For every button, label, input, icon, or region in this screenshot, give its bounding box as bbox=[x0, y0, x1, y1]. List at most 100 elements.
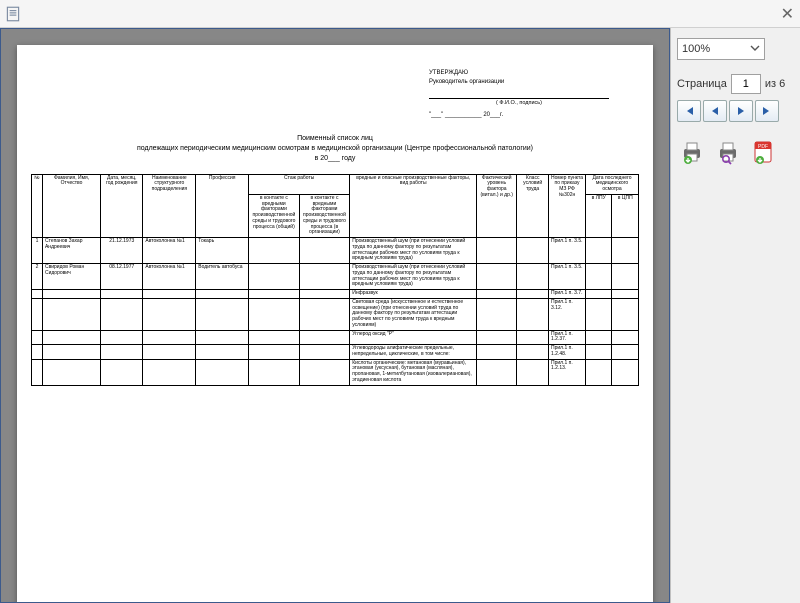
cell-prof: Водитель автобуса bbox=[196, 264, 249, 290]
cell-n bbox=[32, 298, 43, 330]
cell-cls bbox=[517, 238, 549, 264]
cell-lvl bbox=[477, 345, 517, 360]
approve-subtitle: Руководитель организации bbox=[429, 78, 609, 87]
col-factors: вредные и опасные производственные факто… bbox=[350, 174, 477, 238]
cell-dob bbox=[101, 290, 143, 299]
cell-prof bbox=[196, 298, 249, 330]
cell-s1 bbox=[249, 345, 300, 360]
cell-s1 bbox=[249, 264, 300, 290]
zoom-select[interactable]: 100% bbox=[677, 38, 765, 60]
cell-lvl bbox=[477, 264, 517, 290]
cell-n bbox=[32, 330, 43, 345]
cell-order: Прил.1 п. 1.2.48. bbox=[549, 345, 586, 360]
cell-dept bbox=[143, 330, 196, 345]
cell-s2 bbox=[299, 298, 350, 330]
cell-d1 bbox=[586, 298, 612, 330]
col-lastexam: Дата последнего медицинского осмотра bbox=[586, 174, 639, 194]
cell-order: Прил.1 п. 3.7. bbox=[549, 290, 586, 299]
last-page-button[interactable] bbox=[755, 100, 779, 122]
cell-cls bbox=[517, 290, 549, 299]
export-pdf-button[interactable]: PDF bbox=[749, 138, 779, 166]
close-icon[interactable]: ✕ bbox=[781, 4, 794, 24]
doc-icon bbox=[4, 5, 22, 23]
title-line-3: в 20___ году bbox=[31, 154, 639, 164]
cell-s2 bbox=[299, 264, 350, 290]
app-toolbar: ✕ bbox=[0, 0, 800, 28]
page-input[interactable] bbox=[731, 74, 761, 94]
cell-dept bbox=[143, 298, 196, 330]
cell-prof: Токарь bbox=[196, 238, 249, 264]
table-row: Кислоты органические: метановая (муравьи… bbox=[32, 359, 639, 385]
cell-n bbox=[32, 345, 43, 360]
cell-d1 bbox=[586, 345, 612, 360]
cell-fio: Свиридов Роман Сидорович bbox=[42, 264, 100, 290]
table-row: Углеводороды алифатические предельные, н… bbox=[32, 345, 639, 360]
cell-fio bbox=[42, 330, 100, 345]
cell-factor: Углерод оксид "Р" bbox=[350, 330, 477, 345]
cell-prof bbox=[196, 345, 249, 360]
approval-block: УТВЕРЖДАЮ Руководитель организации ( Ф.И… bbox=[429, 69, 609, 120]
cell-s1 bbox=[249, 330, 300, 345]
cell-lvl bbox=[477, 298, 517, 330]
document-title: Поименный список лиц подлежащих периодич… bbox=[31, 134, 639, 163]
cell-factor: Инфразвук bbox=[350, 290, 477, 299]
page-total: из 6 bbox=[765, 78, 785, 90]
svg-text:PDF: PDF bbox=[758, 144, 768, 150]
signature-line bbox=[429, 89, 609, 99]
page-indicator: Страница из 6 bbox=[677, 74, 794, 94]
cell-order: Прил.1 п. 3.12. bbox=[549, 298, 586, 330]
cell-dob: 21.12.1973 bbox=[101, 238, 143, 264]
col-stage-total: в контакте с вредными факторами производ… bbox=[249, 194, 300, 237]
cell-prof bbox=[196, 330, 249, 345]
employees-table: № Фамилия, Имя, Отчество Дата, месяц, го… bbox=[31, 174, 639, 386]
chevron-down-icon bbox=[750, 43, 760, 56]
cell-dob bbox=[101, 298, 143, 330]
first-page-button[interactable] bbox=[677, 100, 701, 122]
export-buttons: PDF bbox=[677, 138, 794, 166]
print-search-button[interactable] bbox=[713, 138, 743, 166]
table-row: 1Степанов Захар Андреевич21.12.1973Авток… bbox=[32, 238, 639, 264]
cell-s2 bbox=[299, 290, 350, 299]
prev-page-button[interactable] bbox=[703, 100, 727, 122]
cell-s2 bbox=[299, 238, 350, 264]
cell-dob bbox=[101, 330, 143, 345]
cell-d1 bbox=[586, 290, 612, 299]
col-stage: Стаж работы bbox=[249, 174, 350, 194]
fio-hint: ( Ф.И.О., подпись) bbox=[429, 99, 609, 107]
col-prof: Профессия bbox=[196, 174, 249, 238]
col-dept: Наименование структурного подразделения bbox=[143, 174, 196, 238]
approve-date: "___" ___________ 20___г. bbox=[429, 111, 609, 120]
cell-cls bbox=[517, 298, 549, 330]
table-row: Инфразвук Прил.1 п. 3.7. bbox=[32, 290, 639, 299]
next-page-button[interactable] bbox=[729, 100, 753, 122]
table-row: 2Свиридов Роман Сидорович08.12.1977Авток… bbox=[32, 264, 639, 290]
cell-cls bbox=[517, 345, 549, 360]
cell-lvl bbox=[477, 290, 517, 299]
date-left: "___" ___________ bbox=[429, 112, 482, 118]
cell-order: Прил.1 п. 1.2.13. bbox=[549, 359, 586, 385]
cell-factor: Производственный шум (при отнесении усло… bbox=[350, 238, 477, 264]
title-line-1: Поименный список лиц bbox=[31, 134, 639, 144]
col-order: Номер пункта по приказу МЗ РФ №302н bbox=[549, 174, 586, 238]
cell-dob bbox=[101, 345, 143, 360]
cell-prof bbox=[196, 290, 249, 299]
cell-s1 bbox=[249, 238, 300, 264]
col-lpu: в ЛПУ bbox=[586, 194, 612, 237]
page-total-prefix: из bbox=[765, 78, 776, 90]
cell-d2 bbox=[612, 264, 639, 290]
cell-d2 bbox=[612, 359, 639, 385]
cell-n bbox=[32, 359, 43, 385]
header-row-1: № Фамилия, Имя, Отчество Дата, месяц, го… bbox=[32, 174, 639, 194]
sidebar: 100% Страница из 6 PDF bbox=[670, 28, 800, 603]
print-button[interactable] bbox=[677, 138, 707, 166]
cell-n: 1 bbox=[32, 238, 43, 264]
cell-dob bbox=[101, 359, 143, 385]
approve-title: УТВЕРЖДАЮ bbox=[429, 69, 609, 78]
cell-order: Прил.1 п. 3.5. bbox=[549, 264, 586, 290]
cell-dob: 08.12.1977 bbox=[101, 264, 143, 290]
col-level: Фактический уровень фактора (витал.) и д… bbox=[477, 174, 517, 238]
cell-d1 bbox=[586, 238, 612, 264]
cell-d1 bbox=[586, 359, 612, 385]
cell-fio bbox=[42, 345, 100, 360]
cell-s1 bbox=[249, 290, 300, 299]
